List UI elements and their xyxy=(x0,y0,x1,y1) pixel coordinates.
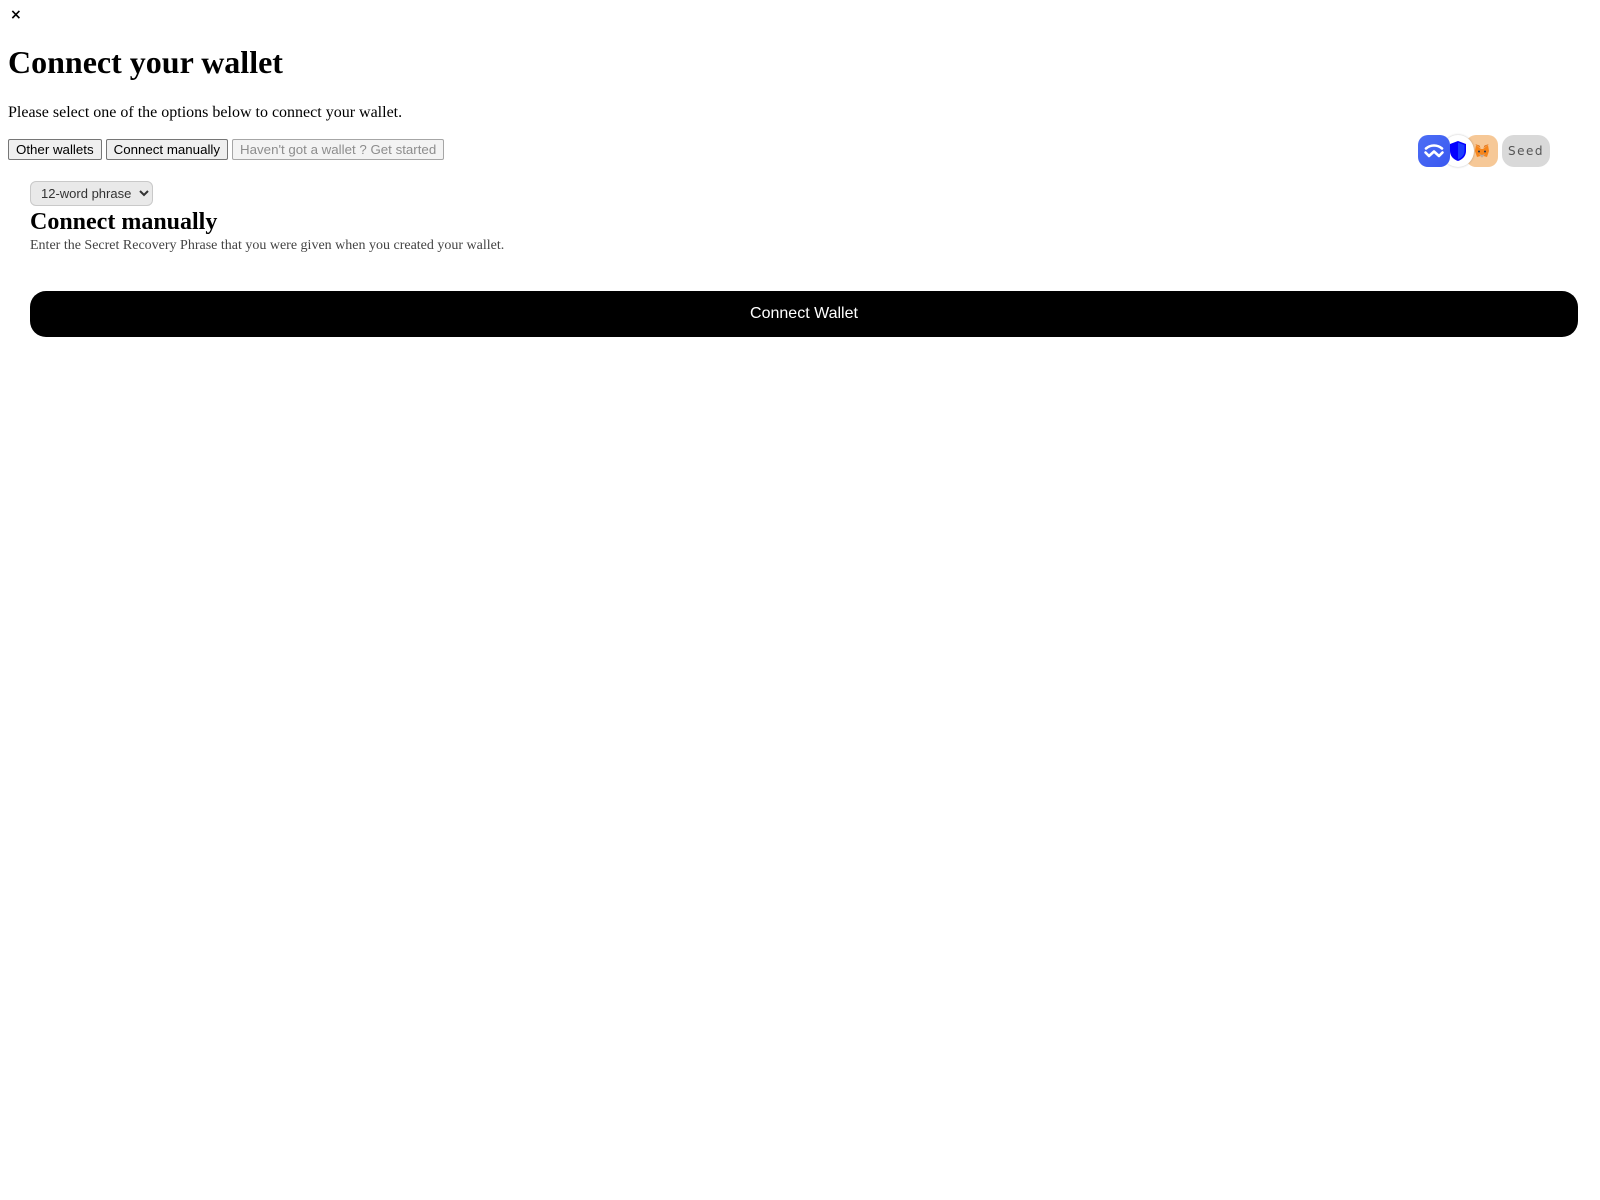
phrase-length-select[interactable]: 12-word phrase xyxy=(30,181,153,206)
connect-wallet-button[interactable]: Connect Wallet xyxy=(30,291,1578,337)
close-button[interactable]: × xyxy=(10,5,22,25)
tab-other-wallets[interactable]: Other wallets xyxy=(8,139,102,160)
wallet-badges: Seed xyxy=(1418,135,1558,167)
option-tabs: Other wallets Connect manually Haven't g… xyxy=(8,139,445,160)
page-title: Connect your wallet xyxy=(8,44,283,80)
tab-connect-manually[interactable]: Connect manually xyxy=(105,139,229,160)
seed-badge: Seed xyxy=(1502,135,1550,167)
section-title: Connect manually xyxy=(30,209,218,235)
page-subtitle: Please select one of the options below t… xyxy=(8,104,403,121)
section-description: Enter the Secret Recovery Phrase that yo… xyxy=(30,238,505,253)
tab-get-started: Haven't got a wallet ? Get started xyxy=(232,139,445,160)
walletconnect-icon xyxy=(1418,135,1450,167)
manual-connect-panel: 12-word phrase Connect manually Enter th… xyxy=(30,181,1578,337)
